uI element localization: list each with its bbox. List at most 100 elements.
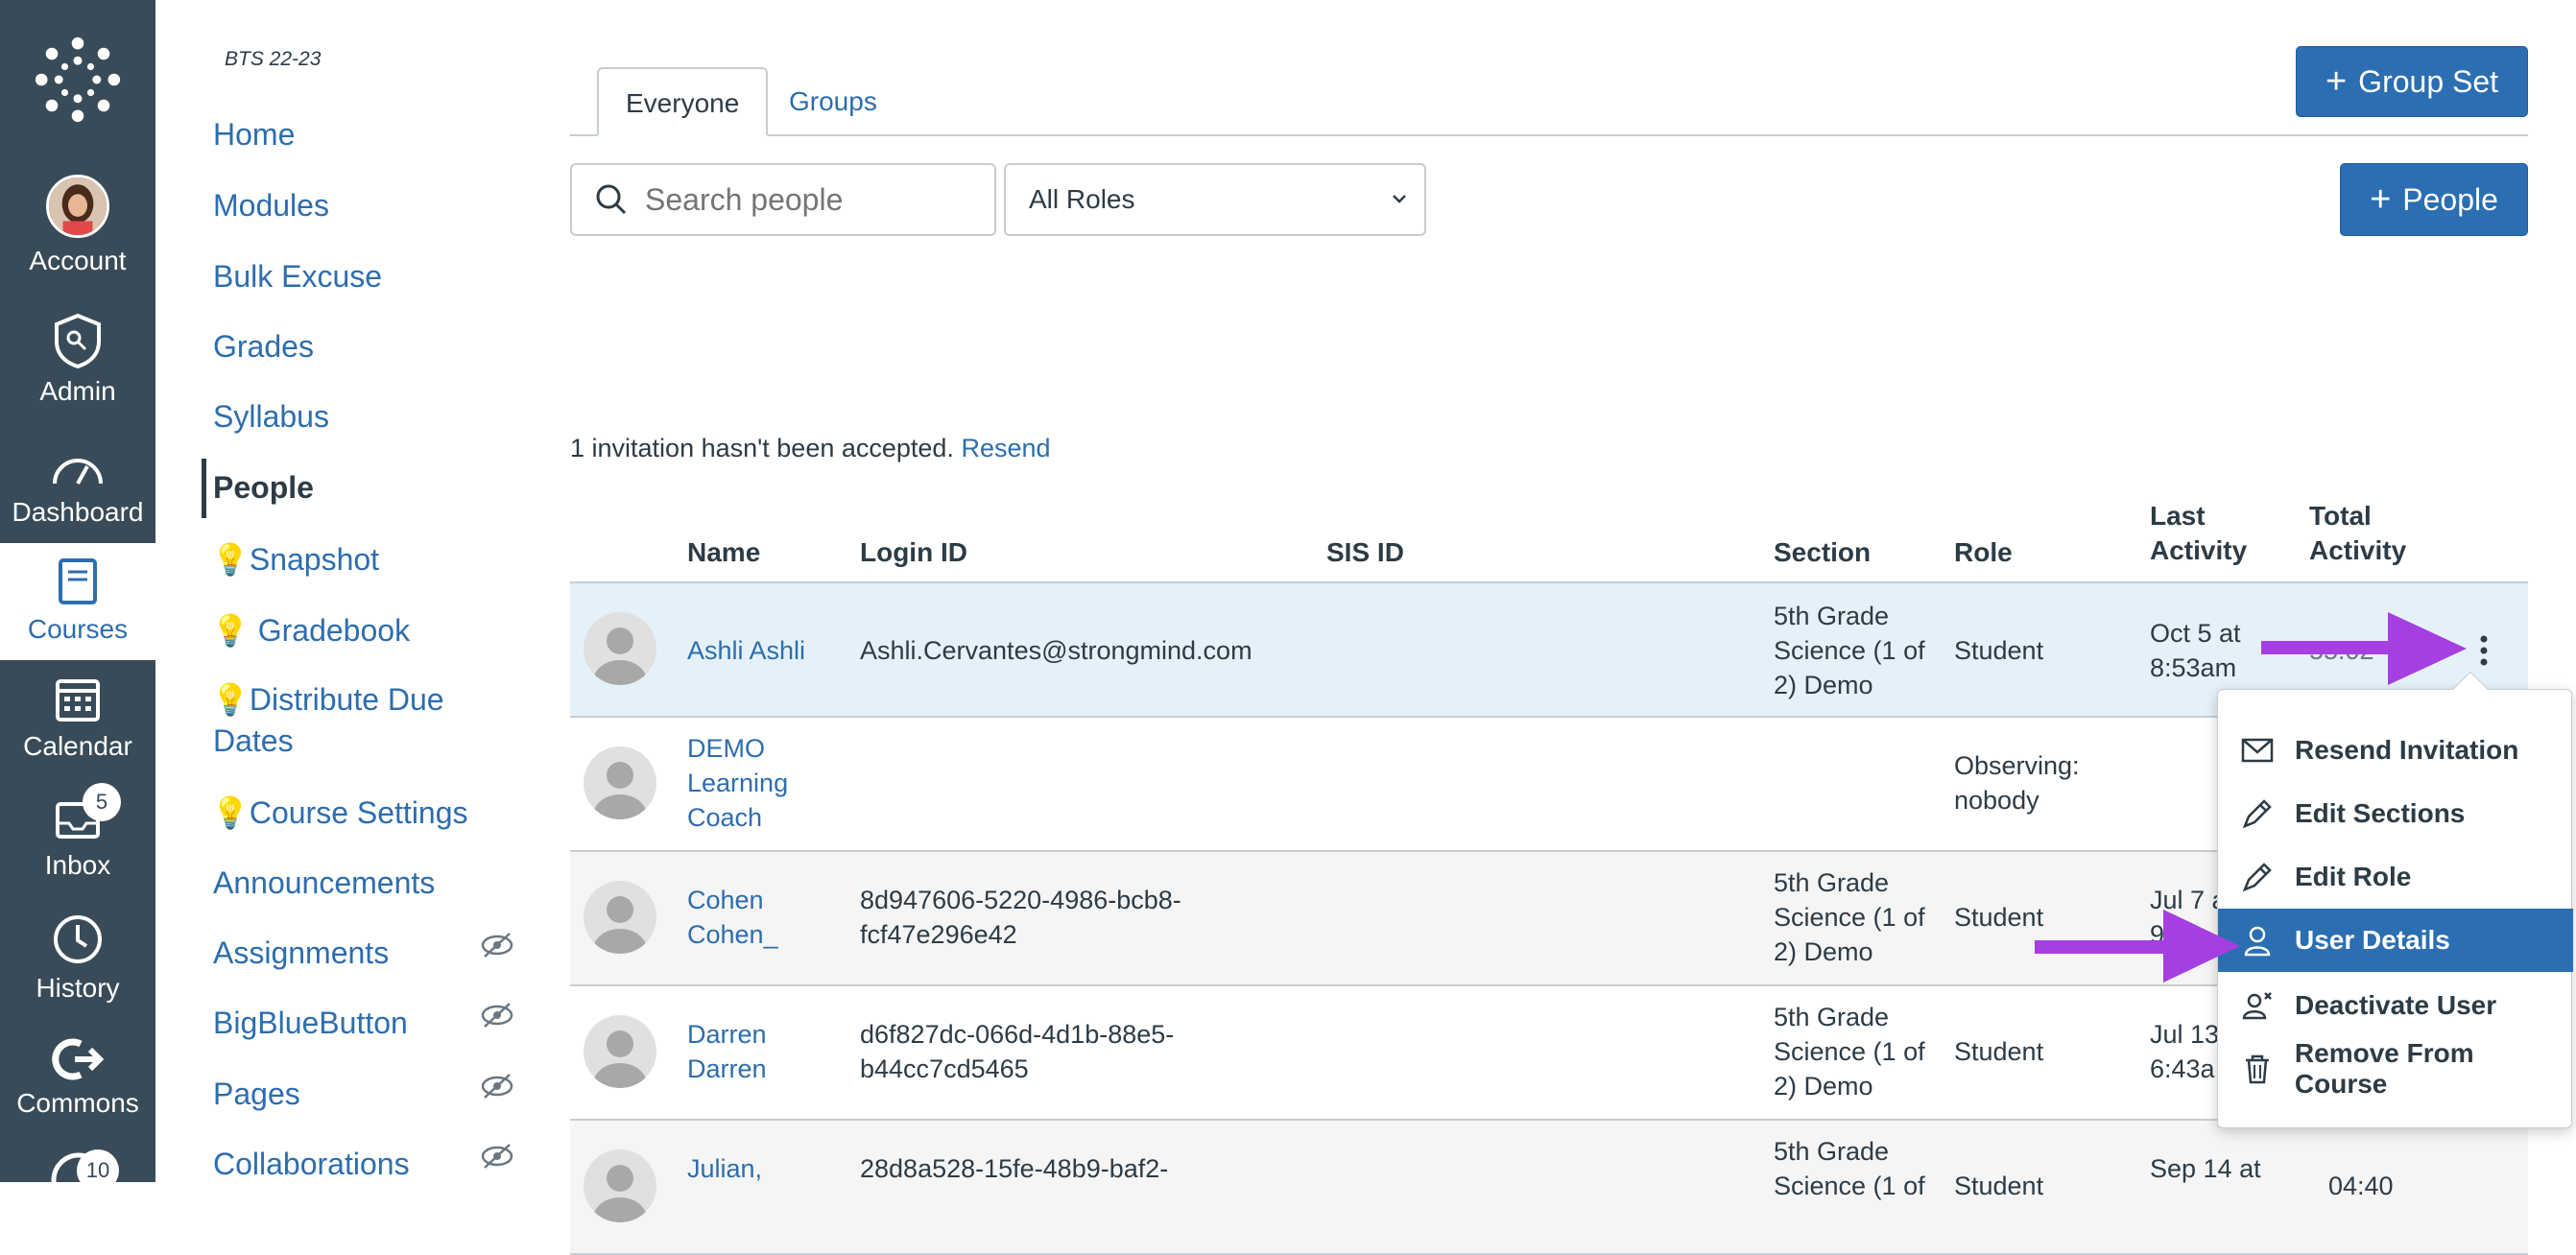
search-people-field[interactable] [570, 163, 996, 236]
role-filter-select[interactable]: All Roles [1004, 163, 1426, 236]
menu-item-edit-sections[interactable]: Edit Sections [2218, 782, 2573, 845]
hidden-eye-icon [481, 1144, 513, 1169]
role: Student [1954, 903, 2044, 932]
course-nav-home[interactable]: Home [213, 117, 295, 153]
user-name-link[interactable]: Ashli Ashli [687, 633, 805, 668]
global-nav-inbox[interactable]: 5 Inbox [0, 783, 155, 881]
pending-invitation-notice: 1 invitation hasn't been accepted. Resen… [570, 434, 1051, 463]
section-line: Science (1 of [1774, 1037, 1925, 1066]
global-nav-calendar-label: Calendar [23, 731, 132, 761]
user-name-link[interactable]: Darren Darren [687, 1017, 767, 1086]
menu-item-resend-invitation[interactable]: Resend Invitation [2218, 719, 2573, 782]
user-name-link[interactable]: Cohen Cohen_ [687, 883, 778, 952]
section-line: 2) Demo [1774, 1072, 1873, 1101]
menu-item-deactivate-user[interactable]: Deactivate User [2218, 974, 2573, 1037]
search-people-input[interactable] [645, 181, 971, 218]
col-total-activity: Total Activity [2309, 499, 2406, 568]
dashboard-icon [53, 459, 103, 485]
tab-groups[interactable]: Groups [762, 67, 904, 136]
menu-item-label: Resend Invitation [2295, 735, 2519, 765]
section: 5th Grade Science (1 of [1774, 1134, 1925, 1203]
role: Student [1954, 636, 2044, 665]
course-nav-modules[interactable]: Modules [213, 188, 329, 224]
section-line: Science (1 of [1774, 1172, 1925, 1200]
role-line: nobody [1954, 786, 2039, 815]
section-line: 5th Grade [1774, 868, 1890, 897]
last-activity: Sep 14 at [2150, 1154, 2261, 1183]
col-last-activity: Last Activity [2150, 499, 2247, 568]
user-name-line: Cohen [687, 886, 764, 914]
menu-item-user-details[interactable]: User Details [2218, 909, 2573, 972]
user-x-icon [2242, 992, 2272, 1020]
course-nav-distribute-due-dates[interactable]: 💡Distribute Due Dates [211, 681, 444, 759]
course-nav-bulk-excuse[interactable]: Bulk Excuse [213, 259, 382, 295]
section-line: Science (1 of [1774, 636, 1925, 665]
user-avatar [584, 612, 656, 685]
course-nav-course-settings[interactable]: 💡Course Settings [211, 794, 468, 831]
global-nav-courses[interactable]: Courses [0, 543, 155, 660]
course-nav-active-indicator [202, 459, 206, 518]
user-name-line: Cohen_ [687, 920, 778, 949]
col-name: Name [687, 537, 761, 567]
section-line: 5th Grade [1774, 1003, 1890, 1031]
course-nav-syllabus[interactable]: Syllabus [213, 399, 329, 435]
canvas-logo-icon[interactable] [29, 36, 127, 123]
global-nav-admin-label: Admin [39, 376, 116, 406]
last-activity: Oct 5 at 8:53am [2150, 616, 2241, 685]
global-nav-dashboard-label: Dashboard [12, 497, 144, 527]
login-id-line: 8d947606-5220-4986-bcb8- [860, 886, 1181, 914]
course-nav-announcements[interactable]: Announcements [213, 865, 435, 901]
global-nav-commons[interactable]: Commons [0, 1038, 155, 1119]
global-nav-history-label: History [36, 973, 120, 1003]
user-name-link[interactable]: DEMO Learning Coach [687, 731, 788, 835]
annotation-arrow-icon [2261, 612, 2467, 685]
col-role: Role [1954, 537, 2013, 567]
row-options-kebab-icon[interactable] [2478, 633, 2490, 668]
menu-item-label: Edit Role [2295, 862, 2412, 891]
search-icon [596, 184, 627, 215]
global-nav-history[interactable]: History [0, 913, 155, 1004]
login-id-line: d6f827dc-066d-4d1b-88e5- [860, 1020, 1175, 1049]
pencil-icon [2242, 799, 2272, 829]
col-total-activity-line2: Activity [2309, 535, 2407, 565]
user-name-link[interactable]: Julian, [687, 1151, 762, 1186]
global-nav-dashboard[interactable]: Dashboard [0, 447, 155, 528]
login-id: 8d947606-5220-4986-bcb8- fcf47e296e42 [860, 883, 1181, 952]
course-nav-bigbluebutton[interactable]: BigBlueButton [213, 1006, 408, 1041]
login-id-line: b44cc7cd5465 [860, 1054, 1029, 1083]
course-nav-gradebook[interactable]: 💡 Gradebook [211, 612, 410, 649]
user-options-menu: Resend Invitation Edit Sections Edit Rol… [2217, 671, 2573, 1128]
login-id-line: fcf47e296e42 [860, 920, 1017, 949]
course-nav-grades[interactable]: Grades [213, 329, 314, 365]
global-nav-admin[interactable]: Admin [0, 313, 155, 407]
total-activity: 04:40 [2328, 1172, 2394, 1200]
pencil-icon [2242, 863, 2272, 892]
history-clock-icon [54, 915, 102, 963]
annotation-arrow-icon [2035, 910, 2240, 983]
add-group-set-button[interactable]: + Group Set [2296, 46, 2528, 117]
course-nav-snapshot[interactable]: 💡Snapshot [211, 541, 379, 578]
global-nav-account[interactable]: Account [0, 175, 155, 276]
course-navigation: BTS 22-23 Home Modules Bulk Excuse Grade… [155, 0, 543, 1182]
login-id: Ashli.Cervantes@strongmind.com [860, 636, 1252, 665]
tab-everyone[interactable]: Everyone [597, 67, 769, 136]
course-nav-pages[interactable]: Pages [213, 1077, 300, 1112]
menu-item-remove-from-course[interactable]: Remove From Course [2218, 1037, 2573, 1101]
people-tabs: Everyone Groups [570, 67, 2528, 136]
resend-invitations-link[interactable]: Resend [961, 434, 1050, 462]
inbox-badge: 5 [83, 783, 121, 821]
course-nav-collaborations[interactable]: Collaborations [213, 1147, 410, 1182]
col-login-id: Login ID [860, 537, 967, 567]
add-group-set-label: Group Set [2358, 63, 2499, 99]
course-nav-people[interactable]: People [213, 470, 314, 506]
section: 5th Grade Science (1 of 2) Demo [1774, 599, 1925, 702]
more-badge: 10 [77, 1149, 119, 1192]
add-people-button[interactable]: + People [2340, 163, 2528, 236]
admin-shield-icon [55, 313, 101, 368]
course-nav-assignments[interactable]: Assignments [213, 935, 389, 971]
col-total-activity-line1: Total [2309, 501, 2372, 531]
user-icon [2244, 926, 2271, 957]
global-nav-calendar[interactable]: Calendar [0, 675, 155, 762]
menu-item-edit-role[interactable]: Edit Role [2218, 845, 2573, 909]
user-avatar [584, 1149, 656, 1222]
